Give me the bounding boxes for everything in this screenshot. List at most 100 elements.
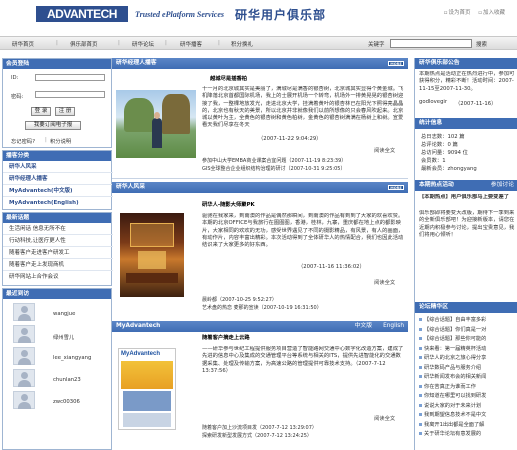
people-photo (120, 213, 184, 297)
set-homepage-link[interactable]: ▫设为首页 (444, 10, 471, 16)
forgot-password-link[interactable]: 忘记密码? (11, 137, 35, 145)
club-news-date: （2007-11-16） (455, 101, 497, 107)
nav-podcast[interactable]: 研华播客 (180, 40, 202, 48)
forum-topic-item[interactable]: 【综合话题】自由丰富多彩 (419, 316, 515, 326)
left-column: 会员登陆 ID: 密码: 登 录 注 册 我要订阅电子报 忘记密码? | 积分说… (2, 58, 113, 450)
podcast-categories-title: 播客分类 (3, 151, 111, 161)
magazine-title: MyAdvantech (121, 351, 161, 357)
register-button[interactable]: 注 册 (55, 107, 75, 116)
bullet-icon (419, 365, 422, 369)
lang-zh-link[interactable]: 中文版 (355, 321, 372, 332)
forum-topic-item[interactable]: 我到期望信息技术不是中文 (419, 411, 515, 421)
keyword-label: 关键字 (368, 42, 385, 48)
forum-topic-item[interactable]: 你知道在哪里可以找到研发 (419, 392, 515, 402)
advantech-logo[interactable]: ADVANTECH (36, 6, 128, 22)
topic-item[interactable]: 行动科技,让医疗更人性 (3, 236, 113, 247)
more-button[interactable]: MORE (388, 61, 404, 66)
id-field[interactable] (35, 74, 105, 81)
visitor-name[interactable]: lee_xiangyang (53, 355, 91, 361)
member-login-box: 会员登陆 ID: 密码: 登 录 注 册 我要订阅电子报 忘记密码? | 积分说… (2, 58, 112, 148)
bullet-icon (419, 337, 422, 340)
post-title[interactable]: 随着客户摘走上云路 (202, 333, 250, 341)
manager-blog-header: 研华经理人播客 MORE (112, 58, 408, 69)
forum-topic-item[interactable]: 快来看：第一届精英杯活动 (419, 345, 515, 355)
stat-line: 会员数：1 (421, 158, 446, 164)
participate-link[interactable]: 参加讨论 (491, 180, 514, 191)
login-button[interactable]: 登 录 (31, 107, 51, 116)
divider: | (45, 137, 47, 143)
forum-topic-item[interactable]: 说说大家的对于未来计划 (419, 402, 515, 412)
recent-visitors-box: 最近到访 wangjue 绿州雪儿 lee_xiangyang chunlan2… (2, 288, 112, 450)
bullet-icon (419, 375, 422, 378)
forum-topic-item[interactable]: 【综合话题】你们真是一对 (419, 326, 515, 336)
forum-topic-item[interactable]: 研华新闻发布会的相关新闻 (419, 373, 515, 383)
forum-topic-item[interactable]: 研华人的北京之旅心得分享 (419, 354, 515, 364)
topic-item[interactable]: 随着客户走进客户研发工 (3, 248, 113, 259)
bullet-icon (419, 356, 422, 359)
hot-event-body: 俱乐部即将要变大改版，期待下一季到来的全新俱乐部吧！为迎接新版本，请您在近期内积… (419, 210, 515, 238)
forum-topic-item[interactable]: 【综合话题】那些你可能的 (419, 335, 515, 345)
password-field[interactable] (35, 91, 105, 98)
visitor-name[interactable]: 绿州雪儿 (53, 333, 74, 341)
related-post[interactable]: 随着客户加上沙流项目发（2007-7-12 13:29:07） (202, 424, 317, 431)
related-post[interactable]: 晨岭都（2007-10-25 9:52:27） (202, 296, 277, 303)
points-help-link[interactable]: 积分说明 (50, 137, 71, 145)
read-more-link[interactable]: 阅读全文 (374, 414, 395, 422)
subscribe-newsletter-button[interactable]: 我要订阅电子报 (25, 121, 81, 130)
latest-topics-box: 最新话题 生活闲话 信息无所不在 行动科技,让医疗更人性 随着客户走进客户研发工… (2, 212, 113, 286)
category-manager-blog[interactable]: 研华经理人播客 (3, 174, 113, 185)
search-input[interactable] (390, 39, 472, 48)
divider (112, 178, 408, 179)
related-post[interactable]: 探索研发新型发展方式（2007-7-12 13:24:25） (202, 432, 312, 439)
hot-events-title: 本期热点活动 (419, 182, 454, 188)
related-post[interactable]: 参加中山大学EMBA商业课案合宜问题（2007-11-19 8:23:39） (202, 157, 346, 164)
nav-forum[interactable]: 研华论坛 (132, 40, 154, 48)
visitor-name[interactable]: zwc00306 (53, 399, 80, 405)
avatar[interactable] (13, 347, 35, 365)
bullet-icon (419, 422, 422, 426)
bullet-icon (419, 403, 422, 407)
hot-event-headline[interactable]: 【本期热点】用户俱乐部马上要变差了 (419, 194, 515, 210)
nav-advantech-home[interactable]: 研华首页 (12, 40, 34, 48)
bullet-icon (419, 318, 422, 321)
more-button[interactable]: MORE (388, 185, 404, 190)
club-news-user[interactable]: godlovegir (419, 99, 447, 105)
topic-item[interactable]: 生活闲话 信息无所不在 (3, 224, 113, 235)
nav-points-exchange[interactable]: 积分换礼 (231, 40, 253, 48)
forum-topic-item[interactable]: 研华数码产品与服务介绍 (419, 364, 515, 374)
lang-en-link[interactable]: English (383, 321, 404, 332)
magazine-cover: MyAdvantech (118, 348, 176, 430)
post-date: （2007-11-16 11:36:02） (298, 264, 365, 270)
post-title[interactable]: 研华人-随影大师聚PK (202, 200, 255, 208)
read-more-link[interactable]: 阅读全文 (374, 278, 395, 286)
read-more-link[interactable]: 阅读全文 (374, 146, 395, 154)
topic-item[interactable]: 随着客户走上发现商机 (3, 260, 113, 271)
avatar[interactable] (13, 325, 35, 343)
main-column: 研华经理人播客 MORE 越城尽是插香柏 十一月的北京城其实是美丽了，满城尽是满… (112, 58, 408, 450)
category-myadvantech-en[interactable]: MyAdvantech(English) (3, 198, 113, 209)
related-post[interactable]: GIS全球整合企业组织结构治理的研讨（2007-10-31 9:25:05） (202, 165, 345, 172)
topic-item[interactable]: 研华网站上合作会议 (3, 272, 113, 283)
category-myadvantech-zh[interactable]: MyAdvantech(中文版) (3, 186, 113, 197)
post-title[interactable]: 越城尽是插香柏 (210, 74, 247, 82)
nav-separator: | (218, 40, 220, 46)
top-links: ▫设为首页 ▫加入收藏 (438, 8, 505, 16)
nav-club-home[interactable]: 俱乐部首页 (70, 40, 98, 48)
forum-topic-item[interactable]: 关于研华论坛有意发展的 (419, 430, 515, 440)
category-people-style[interactable]: 研华人风采 (3, 162, 113, 173)
related-post[interactable]: 艺术盘的热恋 麦那的宣读（2007-10-19 16:31:50） (202, 304, 322, 311)
avatar[interactable] (13, 303, 35, 321)
avatar[interactable] (13, 391, 35, 409)
forum-topic-item[interactable]: 你在苦真正为谁而工作 (419, 383, 515, 393)
right-column: 研华俱乐部公告 本期热点是活动正在热烈进行中，参加可获得积分，精彩不断！活动时间… (414, 58, 517, 450)
add-favorite-link[interactable]: ▫加入收藏 (478, 10, 505, 16)
avatar[interactable] (13, 369, 35, 387)
tagline: Trusted ePlatform Services (135, 10, 225, 19)
search-button[interactable]: 搜索 (476, 40, 487, 48)
visitor-name[interactable]: wangjue (53, 311, 75, 317)
nav-separator: | (56, 40, 58, 46)
visitor-name[interactable]: chunlan23 (53, 377, 81, 383)
forum-topic-item[interactable]: 我离开1出出都是全面了解 (419, 421, 515, 431)
manager-photo (116, 90, 196, 158)
stats-title: 统计信息 (415, 118, 517, 129)
